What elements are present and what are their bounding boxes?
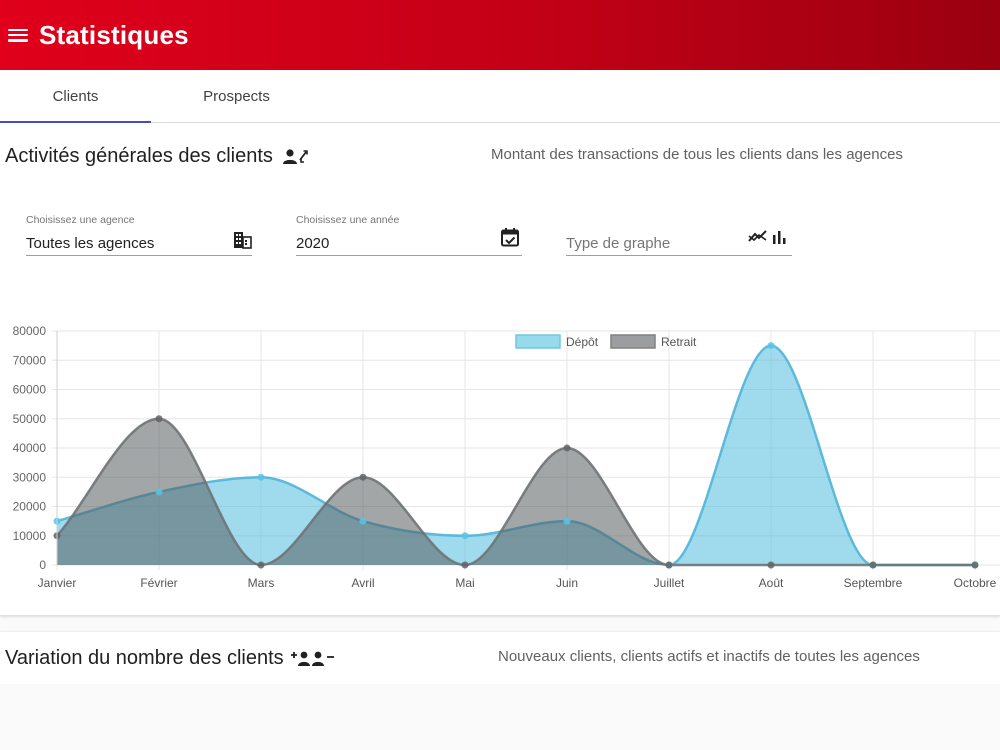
tab-bar: Clients Prospects [0, 70, 1000, 123]
data-point[interactable] [869, 561, 877, 569]
x-tick-label: Juillet [654, 576, 685, 590]
person-add-remove-icon [290, 651, 334, 666]
y-tick-label: 70000 [13, 353, 47, 367]
tab-clients[interactable]: Clients [0, 70, 151, 123]
transactions-chart: 0 10000 20000 30000 40000 50000 60000 70000 8000… [13, 324, 1000, 590]
y-tick-label: 30000 [13, 470, 47, 484]
data-point[interactable] [155, 415, 163, 423]
y-tick-label: 50000 [13, 412, 47, 426]
agency-select-label: Choisissez une agence [26, 214, 135, 226]
legend-swatch-retrait[interactable] [610, 334, 656, 349]
page-title: Statistiques [39, 19, 189, 50]
data-point[interactable] [155, 488, 163, 496]
person-sync-icon [282, 148, 308, 164]
chart-type-icon[interactable] [748, 226, 790, 248]
agency-select-value: Toutes les agences [26, 235, 155, 252]
data-point[interactable] [767, 561, 775, 569]
data-point[interactable] [563, 517, 571, 525]
x-tick-label: Août [759, 576, 784, 590]
legend-label-retrait[interactable]: Retrait [661, 335, 697, 349]
client-variation-card: Variation du nombre des clients Nouveaux… [0, 632, 1000, 684]
agency-select[interactable]: Choisissez une agence Toutes les agences [26, 205, 252, 256]
year-select-label: Choisissez une année [296, 214, 400, 226]
data-point[interactable] [461, 561, 469, 569]
x-tick-label: Avril [351, 576, 374, 590]
data-point[interactable] [257, 561, 265, 569]
graph-type-select[interactable]: Type de graphe [566, 205, 792, 256]
y-tick-label: 40000 [13, 441, 47, 455]
y-tick-label: 20000 [13, 500, 47, 514]
x-tick-label: Juin [556, 576, 578, 590]
tab-prospects[interactable]: Prospects [161, 70, 312, 122]
legend-swatch-depot[interactable] [515, 334, 561, 349]
graph-type-placeholder: Type de graphe [566, 235, 671, 252]
data-point[interactable] [665, 561, 673, 569]
calendar-check-icon[interactable] [499, 226, 521, 248]
x-tick-label: Octobre [954, 576, 997, 590]
variation-description: Nouveaux clients, clients actifs et inac… [498, 648, 920, 665]
activities-description: Montant des transactions de tous les cli… [491, 146, 903, 163]
data-point[interactable] [359, 473, 367, 481]
y-tick-label: 10000 [13, 529, 47, 543]
section-title-variation: Variation du nombre des clients [5, 647, 336, 670]
data-point[interactable] [257, 473, 265, 481]
data-point[interactable] [359, 517, 367, 525]
activities-title-text: Activités générales des clients [5, 145, 273, 167]
y-tick-label: 0 [39, 558, 46, 572]
x-tick-label: Février [140, 576, 177, 590]
year-select-value: 2020 [296, 235, 330, 252]
building-icon [234, 232, 252, 249]
y-tick-label: 80000 [13, 324, 47, 338]
x-tick-label: Mars [248, 576, 275, 590]
menu-icon[interactable] [8, 28, 28, 42]
x-tick-label: Janvier [38, 576, 77, 590]
x-tick-label: Septembre [844, 576, 903, 590]
y-tick-label: 60000 [13, 383, 47, 397]
x-tick-label: Mai [455, 576, 474, 590]
data-point[interactable] [563, 444, 571, 452]
section-title-activities: Activités générales des clients [5, 145, 313, 168]
legend-label-depot[interactable]: Dépôt [566, 335, 599, 349]
data-point[interactable] [767, 342, 775, 350]
app-bar: Statistiques [0, 0, 1000, 70]
year-select[interactable]: Choisissez une année 2020 [296, 205, 522, 256]
variation-title-text: Variation du nombre des clients [5, 647, 284, 669]
activity-card: Activités générales des clients Montant … [0, 123, 1000, 616]
data-point[interactable] [461, 532, 469, 540]
data-point[interactable] [971, 561, 979, 569]
